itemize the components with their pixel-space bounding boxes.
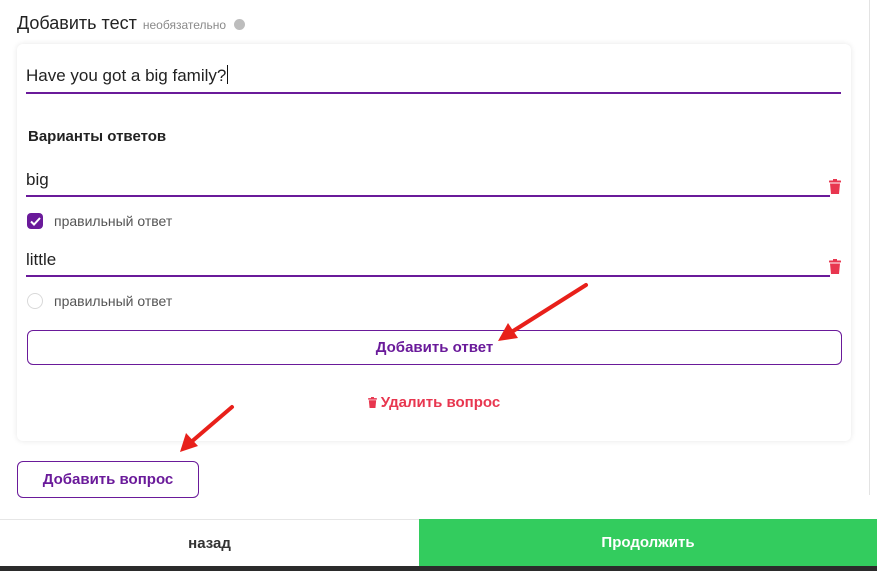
add-answer-button[interactable]: Добавить ответ [27, 330, 842, 365]
text-caret [227, 65, 229, 84]
check-icon [29, 216, 41, 226]
correct-answer-row-1[interactable]: правильный ответ [27, 213, 172, 229]
section-header: Добавить тест необязательно [17, 13, 246, 34]
correct-checkbox-1[interactable] [27, 213, 43, 229]
bottom-edge [0, 566, 877, 571]
correct-label-1: правильный ответ [54, 213, 173, 229]
question-card: Have you got a big family? Варианты отве… [17, 44, 851, 441]
question-input[interactable]: Have you got a big family? [26, 64, 841, 94]
trash-icon[interactable] [829, 259, 841, 274]
back-button[interactable]: назад [0, 519, 419, 566]
optional-label: необязательно [142, 18, 227, 32]
scroll-divider [869, 0, 870, 495]
trash-icon[interactable] [829, 179, 841, 194]
add-question-button[interactable]: Добавить вопрос [17, 461, 199, 498]
delete-question-label: Удалить вопрос [380, 394, 501, 411]
answer-input-2[interactable]: little [26, 248, 830, 277]
answer-text-2: little [26, 250, 57, 269]
footer-bar: назад Продолжить [0, 519, 877, 566]
continue-button[interactable]: Продолжить [419, 519, 877, 566]
correct-answer-row-2[interactable]: правильный ответ [27, 293, 172, 309]
question-text: Have you got a big family? [26, 66, 227, 85]
answer-input-1[interactable]: big [26, 168, 830, 197]
correct-checkbox-2[interactable] [27, 293, 43, 309]
trash-icon [367, 397, 377, 408]
answers-heading: Варианты ответов [28, 128, 167, 145]
answer-text-1: big [26, 170, 49, 189]
delete-question-button[interactable]: Удалить вопрос [17, 394, 851, 411]
info-dot-icon[interactable] [234, 19, 246, 30]
section-title: Добавить тест [17, 13, 137, 33]
correct-label-2: правильный ответ [54, 293, 173, 309]
